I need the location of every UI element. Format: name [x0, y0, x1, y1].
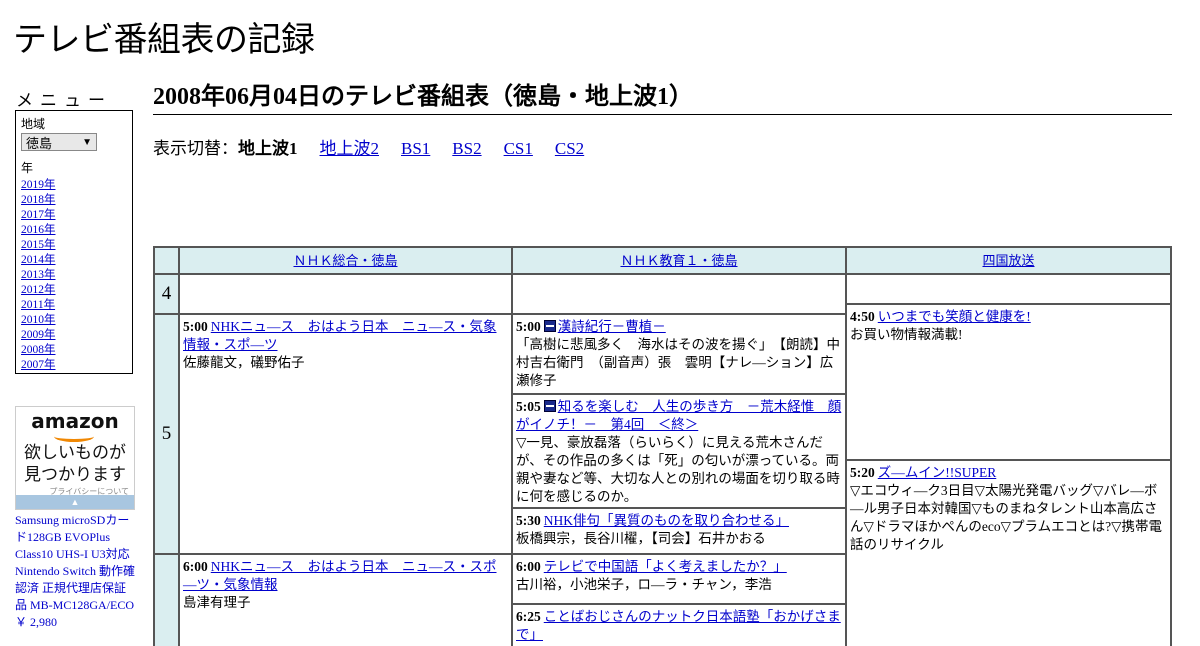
switch-label: 表示切替：: [153, 139, 238, 158]
program-title-link[interactable]: いつまでも笑顔と健康を!: [878, 309, 1031, 324]
program-time: 6:25: [516, 609, 541, 624]
switch-link-cs1[interactable]: CS1: [504, 139, 533, 158]
switch-link-bs1[interactable]: BS1: [401, 139, 430, 158]
year-link[interactable]: 2018年: [21, 194, 56, 206]
empty-slot: [513, 275, 845, 313]
hour-label: 4: [155, 275, 178, 313]
hour-label-6: [155, 555, 178, 646]
year-link[interactable]: 2012年: [21, 284, 56, 296]
program-time: 6:00: [183, 559, 208, 574]
program-cell: 6:00 テレビで中国語「よく考えましたか？」 古川裕，小池栄子，ロ―ラ・チャン，…: [513, 555, 845, 603]
year-link[interactable]: 2008年: [21, 344, 56, 356]
program-title-link[interactable]: NHK俳句「異質のものを取り合わせる」: [544, 513, 789, 528]
program-title-link[interactable]: 漢詩紀行－曹植－: [558, 319, 666, 334]
program-desc: ▽一見、豪放磊落（らいらく）に見える荒木さんだが、その作品の多くは「死」の匂いが…: [516, 435, 840, 504]
channel-link-nhk-general[interactable]: ＮＨＫ総合・徳島: [293, 254, 397, 269]
program-grid: ＮＨＫ総合・徳島 ＮＨＫ教育１・徳島 四国放送 4 5 5:00 NHKニュ―ス …: [153, 246, 1172, 646]
program-cell: 5:00 NHKニュ―ス おはよう日本 ニュ―ス・気象情報・スポ―ツ 佐藤龍文，礒…: [180, 315, 511, 553]
program-title-link[interactable]: NHKニュ―ス おはよう日本 ニュ―ス・スポ―ツ・気象情報: [183, 559, 497, 592]
program-time: 5:20: [850, 465, 875, 480]
caption-icon: [543, 400, 556, 412]
program-time: 5:00: [183, 319, 208, 334]
menu-heading: メニュー: [16, 91, 112, 111]
program-time: 6:00: [516, 559, 541, 574]
year-label: 年: [21, 161, 34, 175]
empty-slot: [847, 275, 1170, 303]
chevron-up-icon[interactable]: ▲: [16, 495, 134, 509]
program-title-link[interactable]: ズ―ムイン!!SUPER: [878, 465, 997, 480]
program-cell: 5:00 漢詩紀行－曹植－ 「高樹に悲風多く 海水はその波を揚ぐ」 【朗読】中村吉…: [513, 315, 845, 393]
program-desc: 「高樹に悲風多く 海水はその波を揚ぐ」 【朗読】中村吉右衛門 （副音声）張 雲明…: [516, 337, 840, 388]
ad-product-title[interactable]: Samsung microSDカード128GB EVOPlus Class10 …: [15, 513, 135, 612]
program-desc: 佐藤龍文，礒野佑子: [183, 355, 305, 370]
program-desc: ▽エコウィ―ク3日目▽太陽光発電バッグ▽バレ―ボ―ル男子日本対韓国▽ものまねタレ…: [850, 483, 1162, 552]
region-select[interactable]: 徳島 ▼: [21, 133, 97, 151]
program-desc: お買い物情報満載!: [850, 327, 963, 342]
program-title-link[interactable]: 知るを楽しむ 人生の歩き方 －荒木経惟 顔がイノチ！－ 第4回 ＜終＞: [516, 399, 841, 432]
year-link[interactable]: 2009年: [21, 329, 56, 341]
program-cell: 5:20 ズ―ムイン!!SUPER ▽エコウィ―ク3日目▽太陽光発電バッグ▽バレ―…: [847, 461, 1170, 646]
grid-corner: [155, 248, 178, 273]
program-title-link[interactable]: ことばおじさんのナットク日本語塾「おかげさまで」: [516, 609, 841, 642]
program-cell: 5:30 NHK俳句「異質のものを取り合わせる」 板橋興宗，長谷川櫂，【司会】石井…: [513, 509, 845, 553]
year-link[interactable]: 2010年: [21, 314, 56, 326]
switch-current: 地上波1: [238, 139, 298, 158]
program-title-link[interactable]: テレビで中国語「よく考えましたか？」: [544, 559, 787, 574]
year-list: 2019年 2018年 2017年 2016年 2015年 2014年 2013…: [21, 178, 127, 373]
program-time: 4:50: [850, 309, 875, 324]
ad-tagline-2: 見つかります: [24, 465, 126, 485]
year-link[interactable]: 2011年: [21, 299, 55, 311]
amazon-ad-banner[interactable]: amazon 欲しいものが 見つかります プライバシーについて ▲: [15, 406, 135, 510]
year-link[interactable]: 2016年: [21, 224, 56, 236]
channel-header: 四国放送: [847, 248, 1170, 273]
program-time: 5:30: [516, 513, 541, 528]
program-desc: 島津有理子: [183, 595, 251, 610]
hour-label: 5: [155, 315, 178, 553]
year-link[interactable]: 2007年: [21, 359, 56, 371]
site-title: テレビ番組表の記録: [13, 20, 315, 60]
menu-panel: 地域 徳島 ▼ 年 2019年 2018年 2017年 2016年 2015年 …: [15, 110, 133, 374]
empty-slot: [180, 275, 511, 313]
program-cell: 6:00 NHKニュ―ス おはよう日本 ニュ―ス・スポ―ツ・気象情報 島津有理子: [180, 555, 511, 646]
program-time: 5:05: [516, 399, 541, 414]
program-title-link[interactable]: NHKニュ―ス おはよう日本 ニュ―ス・気象情報・スポ―ツ: [183, 319, 497, 352]
switch-link-bs2[interactable]: BS2: [452, 139, 481, 158]
year-link[interactable]: 2017年: [21, 209, 56, 221]
year-link[interactable]: 2015年: [21, 239, 56, 251]
channel-header: ＮＨＫ教育１・徳島: [513, 248, 845, 273]
year-link[interactable]: 2019年: [21, 179, 56, 191]
channel-header: ＮＨＫ総合・徳島: [180, 248, 511, 273]
ad-product-price: ￥ 2,980: [15, 615, 58, 629]
channel-link-shikoku[interactable]: 四国放送: [982, 254, 1034, 269]
switch-link-cs2[interactable]: CS2: [555, 139, 584, 158]
ad-product[interactable]: Samsung microSDカード128GB EVOPlus Class10 …: [15, 512, 137, 631]
switch-link-terrestrial2[interactable]: 地上波2: [320, 139, 380, 158]
channel-switcher: 表示切替：地上波1 地上波2 BS1 BS2 CS1 CS2: [153, 134, 606, 159]
region-label: 地域: [21, 117, 46, 131]
amazon-logo: amazon: [31, 409, 119, 433]
page-title: 2008年06月04日のテレビ番組表（徳島・地上波1）: [153, 82, 1172, 115]
program-desc: 板橋興宗，長谷川櫂，【司会】石井かおる: [516, 531, 766, 546]
program-time: 5:00: [516, 319, 541, 334]
program-cell: 5:05 知るを楽しむ 人生の歩き方 －荒木経惟 顔がイノチ！－ 第4回 ＜終＞ …: [513, 395, 845, 507]
year-link[interactable]: 2013年: [21, 269, 56, 281]
year-link[interactable]: 2014年: [21, 254, 56, 266]
chevron-down-icon: ▼: [82, 136, 92, 148]
program-cell: 4:50 いつまでも笑顔と健康を! お買い物情報満載!: [847, 305, 1170, 459]
channel-link-nhk-edu[interactable]: ＮＨＫ教育１・徳島: [620, 254, 737, 269]
region-select-value: 徳島: [26, 135, 53, 151]
caption-icon: [543, 320, 556, 332]
program-desc: 古川裕，小池栄子，ロ―ラ・チャン，李浩: [516, 577, 772, 592]
program-cell: 6:25 ことばおじさんのナットク日本語塾「おかげさまで」: [513, 605, 845, 646]
